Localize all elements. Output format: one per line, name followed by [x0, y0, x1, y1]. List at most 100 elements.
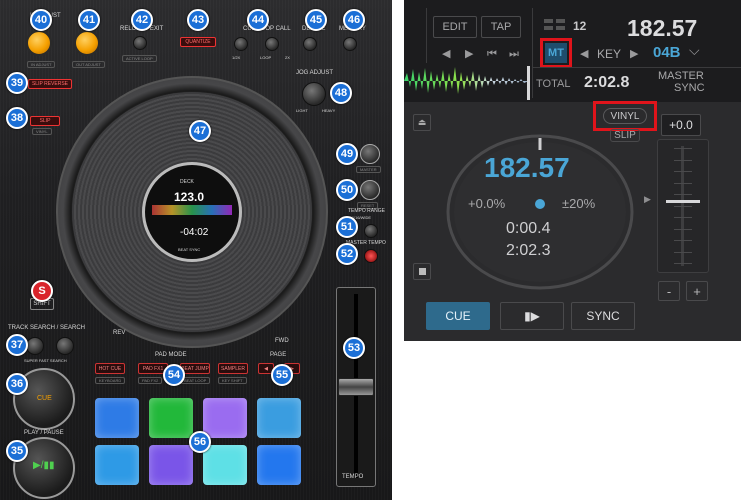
vinyl-sub: VINYL [32, 128, 52, 135]
edit-button[interactable]: EDIT [433, 16, 477, 38]
rev-label: REV [113, 330, 126, 336]
memory-button[interactable] [343, 37, 357, 51]
divider [532, 67, 741, 68]
master-tempo-button[interactable]: MT [545, 43, 567, 63]
track-waveform[interactable] [404, 63, 529, 99]
callout-49: 49 [336, 143, 358, 165]
deck-indicator-icon [544, 26, 553, 30]
fader-tick [674, 194, 692, 195]
pitch-percent: +0.0% [468, 196, 506, 211]
pitch-value[interactable]: +0.0 [661, 114, 701, 136]
fader-tick [674, 148, 692, 149]
key-down-icon[interactable]: ◀ [580, 47, 588, 60]
stop-icon[interactable] [413, 263, 431, 280]
callout-54: 54 [163, 364, 185, 386]
fader-tick [674, 263, 692, 264]
callout-38: 38 [6, 107, 28, 129]
performance-pad[interactable] [257, 398, 301, 438]
chevron-down-icon[interactable]: ⌵ [689, 43, 700, 59]
tap-button[interactable]: TAP [481, 16, 521, 38]
performance-pad[interactable] [203, 398, 247, 438]
callout-55: 55 [271, 364, 293, 386]
callout-48: 48 [330, 82, 352, 104]
waveform-playhead [527, 66, 530, 100]
sync-status-label: SYNC [674, 82, 705, 94]
performance-pad[interactable] [95, 445, 139, 485]
callout-42: 42 [131, 9, 153, 31]
call-half-label: 1/2X [232, 55, 241, 60]
key-value[interactable]: 04B [653, 44, 681, 61]
divider [426, 8, 427, 63]
master-tempo-button[interactable] [364, 249, 378, 263]
fader-tick [674, 159, 692, 161]
performance-pad[interactable] [203, 445, 247, 485]
beat-sync-button[interactable] [360, 144, 380, 164]
fader-tick [674, 228, 692, 230]
callout-53: 53 [343, 337, 365, 359]
deck-indicator-icon [544, 19, 553, 23]
play-pause-button[interactable]: ▮▶ [500, 302, 564, 330]
sync-button[interactable]: SYNC [571, 302, 635, 330]
tempo-range-button[interactable] [364, 224, 378, 238]
pitch-range[interactable]: ±20% [562, 196, 595, 211]
fader-tick [674, 182, 692, 184]
page-label: PAGE [270, 352, 287, 358]
reloop-button[interactable] [133, 36, 147, 50]
pitch-minus-button[interactable]: - [658, 281, 680, 301]
total-time: 2:02.8 [584, 74, 630, 91]
call-prev-button[interactable] [234, 37, 248, 51]
slip-button[interactable]: SLIP [30, 116, 60, 126]
beat-forward-icon[interactable]: ▶ [465, 47, 473, 60]
super-fast-search-label: SUPER FAST SEARCH [24, 358, 67, 363]
light-label: LIGHT [296, 108, 308, 113]
loop-out-button[interactable] [74, 30, 100, 56]
skip-end-icon[interactable]: ⏭ [509, 47, 519, 61]
pitch-arrow-icon: ▶ [644, 195, 651, 205]
delete-button[interactable] [303, 37, 317, 51]
loop-in-button[interactable] [26, 30, 52, 56]
sync-master-button[interactable] [360, 180, 380, 200]
slip-reverse-button[interactable]: SLIP REVERSE [28, 79, 72, 89]
vinyl-button[interactable]: VINYL [603, 108, 647, 124]
jog-remaining-readout: -04:02 [180, 227, 209, 238]
search-back-button[interactable] [26, 337, 44, 355]
performance-pad[interactable] [95, 398, 139, 438]
eject-icon[interactable]: ⏏ [413, 114, 431, 131]
callout-35: 35 [6, 440, 28, 462]
play-pause-icon: ▶/▮▮ [33, 460, 55, 471]
keyboard-sub: KEYBOARD [95, 377, 126, 384]
search-forward-button[interactable] [56, 337, 74, 355]
fader-tick [674, 251, 692, 253]
key-up-icon[interactable]: ▶ [630, 47, 638, 60]
jog-adjust-label: JOG ADJUST [296, 70, 334, 76]
performance-pad[interactable] [257, 445, 301, 485]
pad-fx2-sub: PAD FX2 [138, 377, 163, 384]
tempo-range-label: TEMPO RANGE [348, 208, 385, 214]
jog-adjust-knob[interactable] [302, 82, 326, 106]
sampler-button[interactable]: SAMPLER [218, 363, 248, 374]
performance-pad[interactable] [149, 445, 193, 485]
master-label: MASTER [658, 70, 704, 82]
hot-cue-button[interactable]: HOT CUE [95, 363, 125, 374]
quantize-button[interactable]: QUANTIZE [180, 37, 216, 47]
pad-mode-label: PAD MODE [155, 352, 187, 358]
callout-50: 50 [336, 179, 358, 201]
call-next-button[interactable] [265, 37, 279, 51]
tempo-label: TEMPO [342, 474, 364, 480]
callout-56: 56 [189, 431, 211, 453]
callout-s: S [31, 280, 53, 302]
elapsed-time: 0:00.4 [506, 220, 551, 237]
pitch-fader-handle[interactable] [666, 200, 700, 203]
performance-pad[interactable] [149, 398, 193, 438]
cue-button[interactable]: CUE [426, 302, 490, 330]
callout-37: 37 [6, 334, 28, 356]
skip-start-icon[interactable]: ⏮ [487, 47, 497, 61]
fader-tick [674, 171, 692, 172]
tempo-slider-handle[interactable] [338, 378, 374, 396]
remaining-time: 2:02.3 [506, 242, 551, 259]
beat-back-icon[interactable]: ◀ [442, 47, 450, 60]
cue-button-label: CUE [37, 395, 52, 402]
deck-number: 12 [573, 19, 587, 33]
controller-photo: IN ADJUST IN ADJUST OUT ADJUST RELOOP / … [0, 0, 392, 500]
pitch-plus-button[interactable]: + [686, 281, 708, 301]
